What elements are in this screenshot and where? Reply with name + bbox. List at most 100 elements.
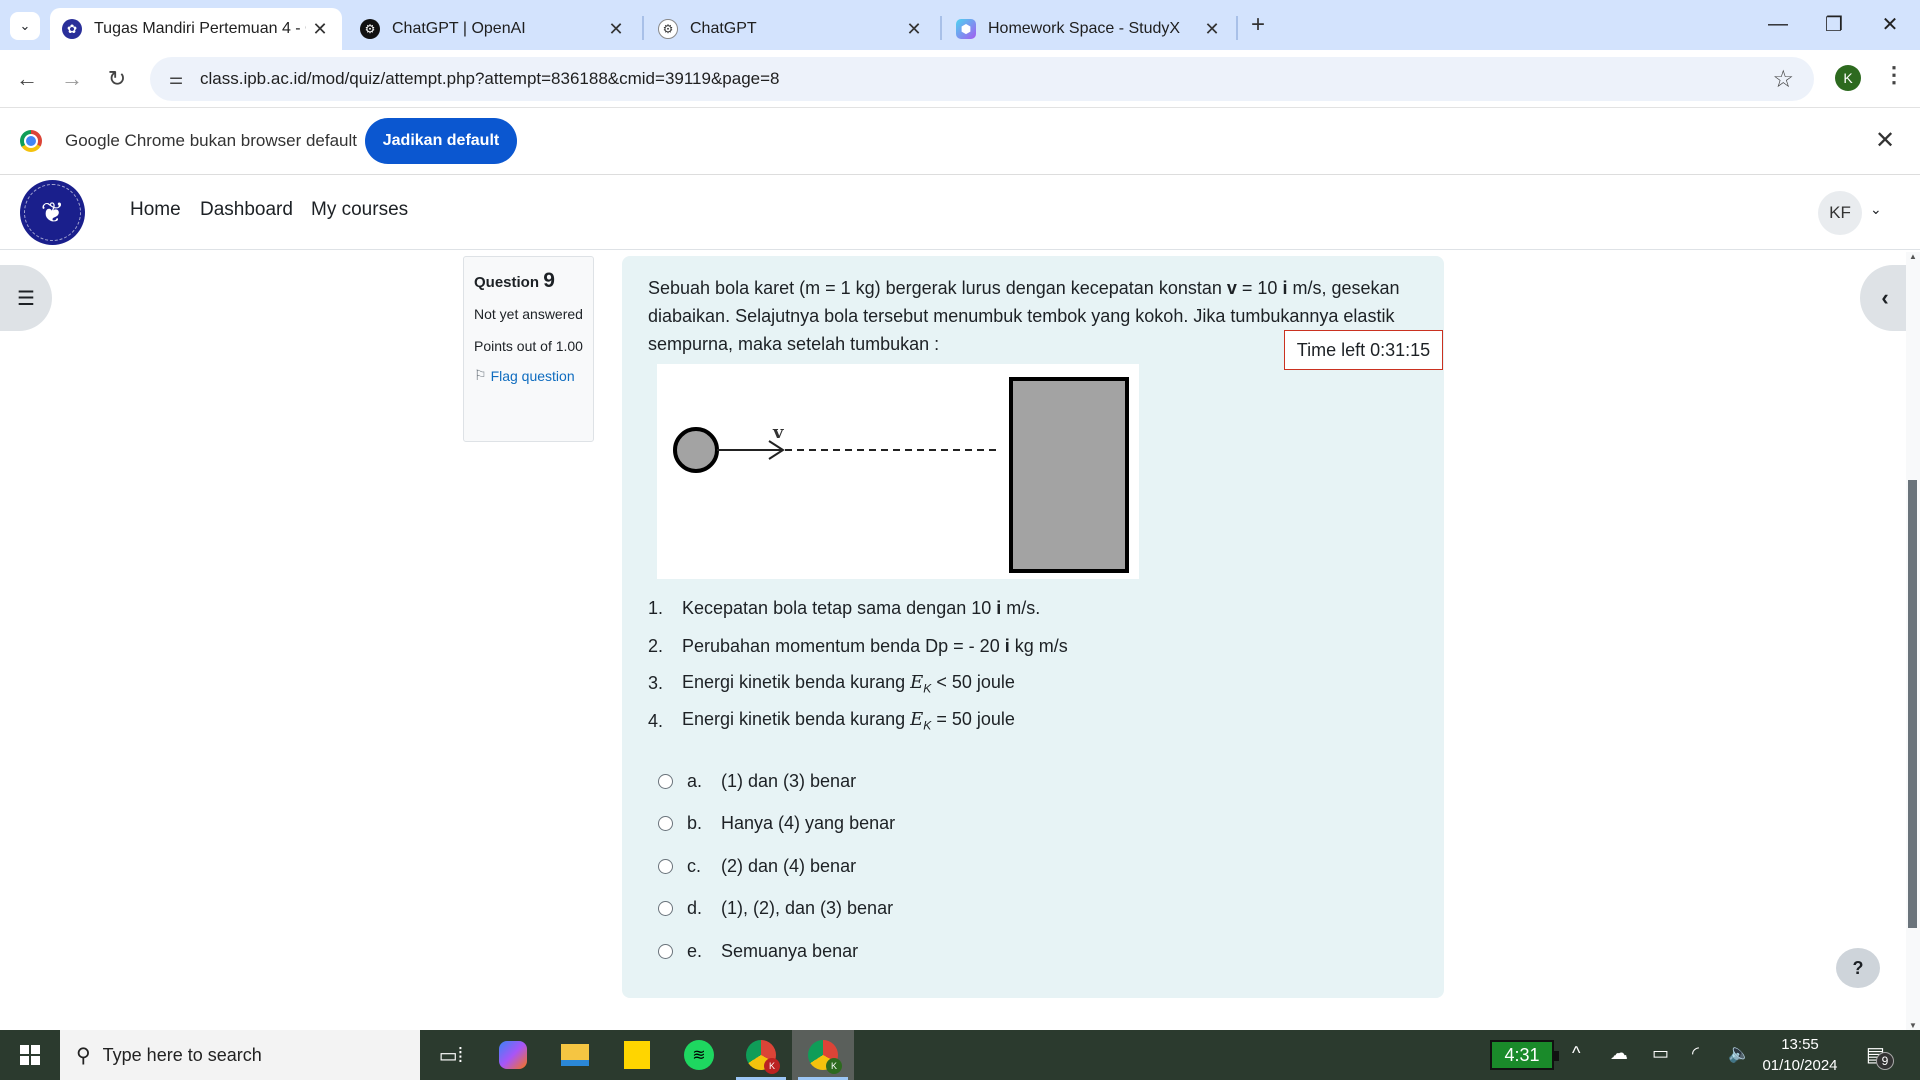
back-button[interactable]: ←	[12, 64, 42, 94]
file-explorer-app[interactable]	[544, 1030, 606, 1080]
default-browser-infobar: Google Chrome bukan browser default Jadi…	[0, 108, 1920, 175]
sticky-notes-app[interactable]	[606, 1030, 668, 1080]
statement-text: Energi kinetik benda kurang EK = 50 joul…	[682, 709, 1015, 734]
profile-avatar[interactable]: K	[1835, 65, 1861, 91]
question-number: Question 9	[474, 269, 555, 292]
flag-icon: ⚐	[474, 367, 487, 383]
close-tab-icon[interactable]: ✕	[306, 19, 334, 40]
statement-item: 3. Energi kinetik benda kurang EK < 50 jo…	[648, 665, 1068, 703]
radio-button[interactable]	[658, 773, 673, 789]
nav-my-courses[interactable]: My courses	[311, 199, 408, 221]
answer-option-b[interactable]: b. Hanya (4) yang benar	[658, 803, 895, 846]
chrome-app-profile-1[interactable]: K	[730, 1030, 792, 1080]
spotify-app[interactable]: ≋	[668, 1030, 730, 1080]
radio-button[interactable]	[658, 858, 673, 874]
system-clock[interactable]: 13:55 01/10/2024	[1750, 1034, 1850, 1076]
bookmark-star-icon[interactable]: ☆	[1772, 65, 1794, 94]
windows-taskbar: ⚲ Type here to search ▭⁞ ≋ K K 4:31 ^ ☁ …	[0, 1030, 1920, 1080]
scroll-up-icon[interactable]: ▲	[1909, 252, 1917, 261]
wall	[1009, 377, 1129, 573]
new-tab-button[interactable]: +	[1244, 10, 1272, 40]
close-infobar-icon[interactable]: ✕	[1875, 126, 1895, 155]
set-default-button[interactable]: Jadikan default	[365, 118, 517, 164]
infobar-message: Google Chrome bukan browser default	[65, 131, 357, 150]
site-info-icon[interactable]: ⚌	[164, 67, 188, 91]
forward-button[interactable]: →	[57, 64, 87, 94]
nav-home[interactable]: Home	[130, 199, 181, 221]
tab-title: ChatGPT	[690, 20, 757, 37]
tab-strip: ⌄ ✿ Tugas Mandiri Pertemuan 4 - G ✕ ⚙ Ch…	[0, 0, 1920, 50]
ipb-logo[interactable]: ❦	[20, 180, 85, 245]
spotify-icon: ≋	[684, 1040, 714, 1070]
quiz-timer: Time left 0:31:15	[1284, 330, 1443, 370]
chevron-left-icon: ‹	[1881, 285, 1889, 310]
chrome-icon: K	[808, 1040, 842, 1074]
answer-text: Semuanya benar	[721, 940, 859, 961]
answer-option-c[interactable]: c. (2) dan (4) benar	[658, 845, 895, 888]
restore-button[interactable]: ❐	[1806, 8, 1862, 40]
scroll-down-icon[interactable]: ▼	[1909, 1021, 1917, 1030]
chrome-app-profile-2[interactable]: K	[792, 1030, 854, 1080]
copilot-app[interactable]	[482, 1030, 544, 1080]
browser-toolbar: ← → ↻ ⚌ class.ipb.ac.id/mod/quiz/attempt…	[0, 50, 1920, 108]
block-drawer-toggle[interactable]: ‹	[1860, 265, 1910, 331]
onedrive-icon[interactable]: ☁	[1610, 1043, 1628, 1064]
wifi-icon[interactable]: ◜	[1692, 1043, 1699, 1064]
radio-button[interactable]	[658, 816, 673, 832]
course-index-toggle[interactable]: ☰	[0, 265, 52, 331]
show-hidden-icons[interactable]: ^	[1572, 1043, 1580, 1064]
help-button[interactable]: ?	[1836, 948, 1880, 988]
tab-studyx[interactable]: ⬢ Homework Space - StudyX ✕	[944, 8, 1234, 50]
tab-chatgpt-openai[interactable]: ⚙ ChatGPT | OpenAI ✕	[348, 8, 638, 50]
tab-separator	[940, 16, 942, 40]
close-tab-icon[interactable]: ✕	[602, 19, 630, 40]
openai-icon: ⚙	[360, 19, 380, 39]
velocity-label: v	[772, 422, 784, 443]
statement-number: 3.	[648, 673, 664, 694]
statement-number: 2.	[648, 635, 664, 656]
statement-text: Perubahan momentum benda Dp = - 20 i kg …	[682, 635, 1068, 656]
radio-button[interactable]	[658, 943, 673, 959]
answer-option-e[interactable]: e. Semuanya benar	[658, 930, 895, 973]
battery-time-widget[interactable]: 4:31	[1490, 1040, 1559, 1070]
answer-option-a[interactable]: a. (1) dan (3) benar	[658, 760, 895, 803]
tab-separator	[642, 16, 644, 40]
reload-icon: ↻	[107, 66, 127, 91]
copilot-icon	[499, 1041, 527, 1069]
tab-quiz[interactable]: ✿ Tugas Mandiri Pertemuan 4 - G ✕	[50, 8, 342, 50]
close-window-button[interactable]: ✕	[1862, 8, 1918, 40]
user-avatar[interactable]: KF	[1818, 191, 1862, 235]
address-bar[interactable]: ⚌ class.ipb.ac.id/mod/quiz/attempt.php?a…	[150, 57, 1814, 101]
nav-dashboard[interactable]: Dashboard	[200, 199, 293, 221]
task-view-button[interactable]: ▭⁞	[420, 1030, 482, 1080]
openai-icon: ⚙	[658, 19, 678, 39]
battery-icon[interactable]: ▭	[1652, 1043, 1669, 1064]
volume-icon[interactable]: 🔈	[1728, 1043, 1750, 1064]
folder-icon	[561, 1044, 589, 1066]
answer-text: (1), (2), dan (3) benar	[721, 898, 894, 919]
close-tab-icon[interactable]: ✕	[1198, 19, 1226, 40]
start-button[interactable]	[0, 1030, 60, 1080]
notification-center[interactable]: ▤ 9	[1866, 1042, 1894, 1070]
answer-option-d[interactable]: d. (1), (2), dan (3) benar	[658, 888, 895, 931]
scrollbar-thumb[interactable]	[1908, 480, 1917, 928]
radio-button[interactable]	[658, 901, 673, 917]
tab-search-button[interactable]: ⌄	[10, 12, 40, 40]
reload-button[interactable]: ↻	[102, 64, 132, 94]
close-tab-icon[interactable]: ✕	[900, 19, 928, 40]
menu-kebab-icon[interactable]: ⋮	[1883, 62, 1905, 88]
tab-chatgpt[interactable]: ⚙ ChatGPT ✕	[646, 8, 936, 50]
page-scrollbar[interactable]: ▲ ▼	[1906, 252, 1920, 1030]
user-menu-chevron-icon[interactable]: ⌄	[1870, 201, 1882, 218]
ball	[673, 427, 719, 473]
tab-title: Tugas Mandiri Pertemuan 4 - G	[94, 20, 306, 37]
taskbar-search[interactable]: ⚲ Type here to search	[60, 1030, 420, 1080]
studyx-icon: ⬢	[956, 19, 976, 39]
arrow-left-icon: ←	[16, 66, 38, 91]
statement-text: Kecepatan bola tetap sama dengan 10 i m/…	[682, 598, 1041, 619]
answer-text: Hanya (4) yang benar	[721, 813, 896, 834]
answer-letter: d.	[687, 898, 703, 919]
minimize-button[interactable]: —	[1750, 8, 1806, 40]
flag-question-link[interactable]: ⚐ Flag question	[474, 367, 583, 384]
url-text[interactable]: class.ipb.ac.id/mod/quiz/attempt.php?att…	[200, 69, 780, 89]
